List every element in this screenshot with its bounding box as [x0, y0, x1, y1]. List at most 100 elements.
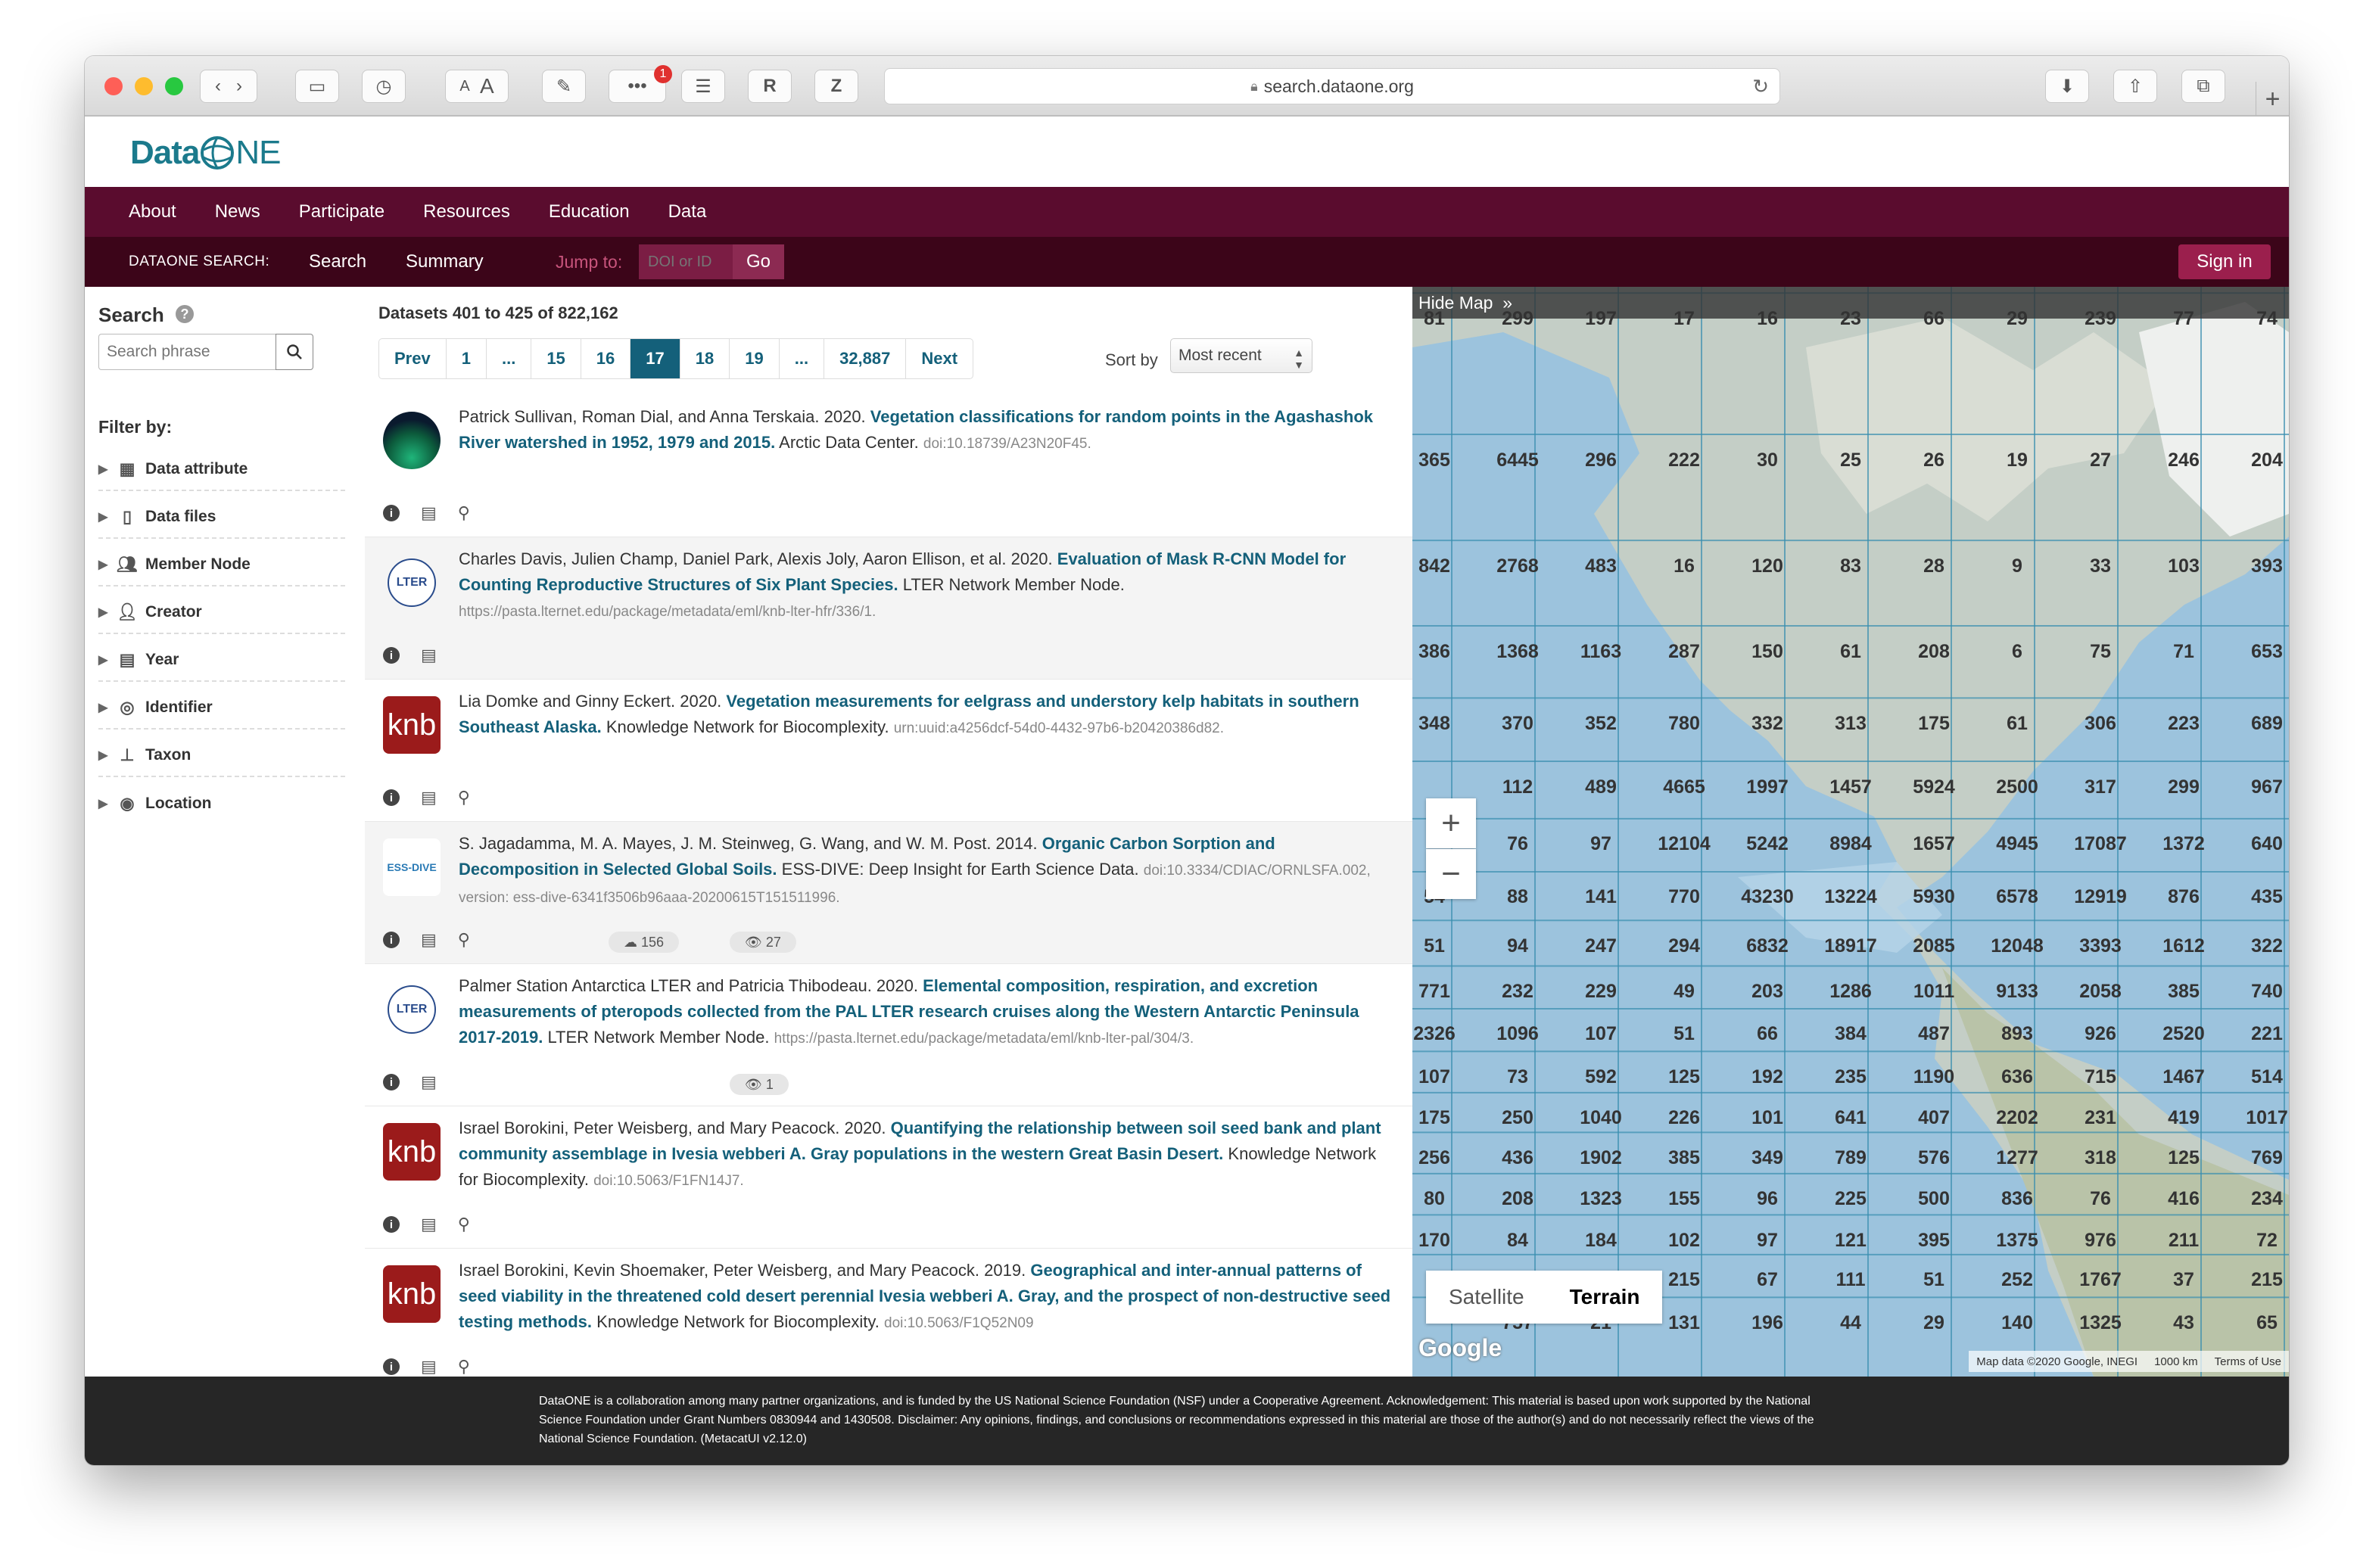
grid-cell-count[interactable]: 2058	[2059, 969, 2142, 1015]
grid-cell-count[interactable]: 111	[1809, 1258, 1892, 1303]
terrain-button[interactable]: Terrain	[1546, 1271, 1663, 1324]
grid-cell-count[interactable]: 43	[2142, 1300, 2225, 1346]
tabs-overview-button[interactable]: ⧉	[2181, 70, 2225, 103]
grid-cell-count[interactable]: 436	[1476, 1135, 1559, 1181]
grid-cell-count[interactable]: 789	[1809, 1135, 1892, 1181]
info-icon[interactable]: i	[383, 789, 400, 806]
grid-cell-count[interactable]: 1612	[2142, 923, 2225, 969]
grid-cell-count[interactable]: 1657	[1892, 822, 1976, 867]
info-icon[interactable]: i	[383, 1074, 400, 1090]
grid-cell-count[interactable]: 313	[1809, 701, 1892, 746]
grid-cell-count[interactable]: 8984	[1809, 822, 1892, 867]
grid-cell-count[interactable]: 653	[2225, 629, 2289, 674]
grid-cell-count[interactable]: 2768	[1476, 543, 1559, 589]
grid-cell-count[interactable]: 416	[2142, 1177, 2225, 1222]
grid-cell-count[interactable]: 514	[2225, 1054, 2289, 1100]
page-6[interactable]: 18	[680, 339, 730, 378]
nav-education[interactable]: Education	[549, 201, 630, 222]
grid-cell-count[interactable]: 1457	[1809, 764, 1892, 810]
subnav-search-link[interactable]: Search	[309, 251, 366, 272]
grid-cell-count[interactable]: 5242	[1726, 822, 1809, 867]
grid-cell-count[interactable]: 365	[1412, 437, 1476, 483]
satellite-button[interactable]: Satellite	[1426, 1271, 1547, 1324]
grid-cell-count[interactable]: 2500	[1976, 764, 2059, 810]
grid-cell-count[interactable]: 395	[1892, 1218, 1976, 1263]
grid-cell-count[interactable]: 2202	[1976, 1096, 2059, 1141]
grid-cell-count[interactable]: 112	[1476, 764, 1559, 810]
grid-cell-count[interactable]: 1017	[2225, 1096, 2289, 1141]
filter-taxon[interactable]: ▶ ⊥ Taxon	[98, 735, 345, 777]
history-button[interactable]: ◷	[362, 70, 406, 103]
grid-cell-count[interactable]: 926	[2059, 1012, 2142, 1057]
map-marker-icon[interactable]: ⚲	[458, 1215, 470, 1234]
page-0[interactable]: Prev	[379, 339, 447, 378]
grid-cell-count[interactable]: 306	[2059, 701, 2142, 746]
grid-cell-count[interactable]: 102	[1642, 1218, 1726, 1263]
grid-cell-count[interactable]: 740	[2225, 969, 2289, 1015]
grid-cell-count[interactable]: 483	[1559, 543, 1642, 589]
grid-cell-count[interactable]: 208	[1476, 1177, 1559, 1222]
grid-cell-count[interactable]: 12919	[2059, 875, 2142, 920]
font-size-buttons[interactable]: A A	[445, 70, 509, 103]
grid-cell-count[interactable]: 641	[1809, 1096, 1892, 1141]
grid-cell-count[interactable]: 332	[1726, 701, 1809, 746]
grid-cell-count[interactable]: 192	[1726, 1054, 1809, 1100]
grid-cell-count[interactable]: 1011	[1892, 969, 1976, 1015]
info-icon[interactable]: i	[383, 1216, 400, 1233]
grid-cell-count[interactable]: 75	[2059, 629, 2142, 674]
markup-button[interactable]: ✎	[542, 70, 586, 103]
grid-cell-count[interactable]: 294	[1642, 923, 1726, 969]
grid-cell-count[interactable]: 385	[2142, 969, 2225, 1015]
grid-cell-count[interactable]: 299	[2142, 764, 2225, 810]
filter-identifier[interactable]: ▶ ◎ Identifier	[98, 687, 345, 730]
grid-cell-count[interactable]: 43230	[1726, 875, 1809, 920]
grid-cell-count[interactable]: 500	[1892, 1177, 1976, 1222]
page-5[interactable]: 17	[631, 339, 680, 378]
grid-cell-count[interactable]: 97	[1726, 1218, 1809, 1263]
grid-cell-count[interactable]: 72	[2225, 1218, 2289, 1263]
grid-cell-count[interactable]: 51	[1642, 1012, 1726, 1057]
grid-cell-count[interactable]: 76	[1476, 822, 1559, 867]
grid-cell-count[interactable]: 2085	[1892, 923, 1976, 969]
grid-cell-count[interactable]: 175	[1412, 1096, 1476, 1141]
sort-select[interactable]: Most recent ▲ ▼	[1170, 338, 1312, 373]
grid-cell-count[interactable]: 876	[2142, 875, 2225, 920]
address-bar[interactable]: 🔒︎ search.dataone.org ↻	[884, 68, 1780, 104]
grid-cell-count[interactable]: 352	[1559, 701, 1642, 746]
grid-cell-count[interactable]: 246	[2142, 437, 2225, 483]
grid-cell-count[interactable]: 101	[1726, 1096, 1809, 1141]
grid-cell-count[interactable]: 76	[2059, 1177, 2142, 1222]
document-icon[interactable]: ▤	[421, 930, 437, 950]
grid-cell-count[interactable]: 223	[2142, 701, 2225, 746]
grid-cell-count[interactable]: 256	[1412, 1135, 1476, 1181]
grid-cell-count[interactable]: 18917	[1809, 923, 1892, 969]
grid-cell-count[interactable]: 318	[2059, 1135, 2142, 1181]
grid-cell-count[interactable]: 1467	[2142, 1054, 2225, 1100]
grid-cell-count[interactable]: 317	[2059, 764, 2142, 810]
grid-cell-count[interactable]: 30	[1726, 437, 1809, 483]
grid-cell-count[interactable]: 88	[1476, 875, 1559, 920]
grid-cell-count[interactable]: 3393	[2059, 923, 2142, 969]
grid-cell-count[interactable]: 17087	[2059, 822, 2142, 867]
grid-cell-count[interactable]: 419	[2142, 1096, 2225, 1141]
grid-cell-count[interactable]: 150	[1726, 629, 1809, 674]
grid-cell-count[interactable]: 9133	[1976, 969, 2059, 1015]
document-icon[interactable]: ▤	[421, 1357, 437, 1377]
sidebar-toggle-button[interactable]: ▭	[295, 70, 339, 103]
reload-icon[interactable]: ↻	[1752, 75, 1769, 98]
document-icon[interactable]: ▤	[421, 503, 437, 523]
grid-cell-count[interactable]: 234	[2225, 1177, 2289, 1222]
grid-cell-count[interactable]: 51	[1892, 1258, 1976, 1303]
nav-news[interactable]: News	[215, 201, 260, 222]
filter-location[interactable]: ▶ ◉ Location	[98, 782, 345, 825]
font-smaller-button[interactable]: A	[459, 78, 469, 95]
filter-member-node[interactable]: ▶ 👥︎ Member Node	[98, 544, 345, 586]
back-forward-buttons[interactable]: ‹ ›	[200, 70, 257, 103]
document-icon[interactable]: ▤	[421, 646, 437, 665]
map-marker-icon[interactable]: ⚲	[458, 1357, 470, 1377]
grid-cell-count[interactable]: 384	[1809, 1012, 1892, 1057]
grid-cell-count[interactable]: 770	[1642, 875, 1726, 920]
grid-cell-count[interactable]: 12048	[1976, 923, 2059, 969]
grid-cell-count[interactable]: 2520	[2142, 1012, 2225, 1057]
grid-cell-count[interactable]: 1997	[1726, 764, 1809, 810]
